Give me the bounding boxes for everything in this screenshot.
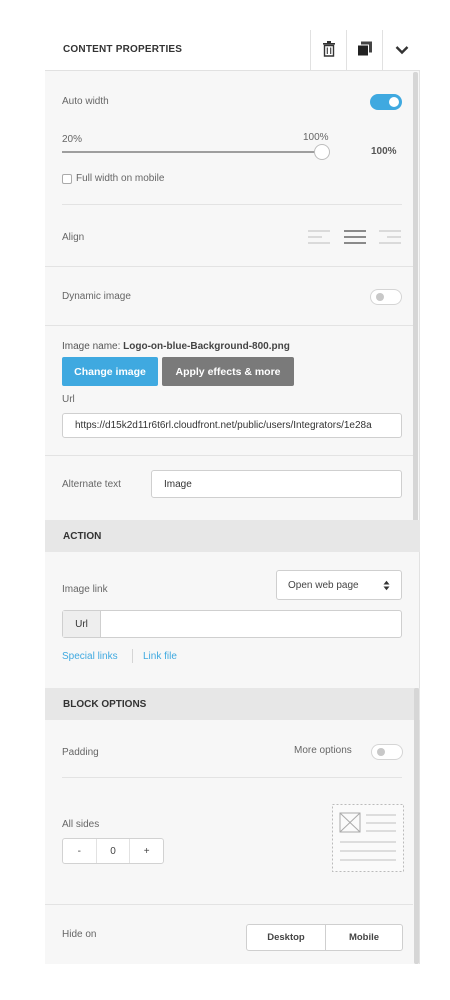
image-name-prefix: Image name: <box>62 341 121 352</box>
block-options-title: BLOCK OPTIONS <box>63 699 147 710</box>
hide-on-selector: Desktop Mobile <box>246 924 403 951</box>
align-center-icon[interactable] <box>344 230 366 247</box>
slider-max-label: 100% <box>303 132 329 143</box>
link-type-select-value: Open web page <box>288 579 359 591</box>
action-section-header: ACTION <box>45 520 420 552</box>
stepper-plus-button[interactable]: + <box>130 839 163 863</box>
collapse-button[interactable] <box>382 30 420 71</box>
more-options-toggle[interactable] <box>371 744 403 760</box>
apply-effects-button[interactable]: Apply effects & more <box>162 357 294 386</box>
url-label: Url <box>62 394 75 405</box>
links-separator <box>132 649 133 663</box>
duplicate-button[interactable] <box>346 30 382 71</box>
align-right-icon[interactable] <box>379 230 401 247</box>
link-file-link[interactable]: Link file <box>143 651 177 662</box>
stepper-value[interactable]: 0 <box>97 839 131 863</box>
content-properties-panel: CONTENT PROPERTIES Auto width 20% 100% 1… <box>45 30 420 964</box>
dynamic-image-toggle[interactable] <box>370 289 402 305</box>
padding-preview-icon <box>332 804 404 875</box>
hide-on-label: Hide on <box>62 929 97 940</box>
link-url-field[interactable]: Url <box>62 610 402 638</box>
image-link-label: Image link <box>62 584 108 595</box>
delete-button[interactable] <box>310 30 346 71</box>
stepper-minus-button[interactable]: - <box>63 839 97 863</box>
divider <box>45 455 413 456</box>
link-type-select[interactable]: Open web page <box>276 570 402 600</box>
panel-header: CONTENT PROPERTIES <box>45 30 420 71</box>
divider <box>62 204 402 205</box>
auto-width-toggle[interactable] <box>370 94 402 110</box>
select-arrows-icon <box>383 580 390 594</box>
divider <box>45 266 413 267</box>
alt-text-field[interactable]: Image <box>151 470 402 498</box>
full-width-mobile-checkbox[interactable] <box>62 174 72 184</box>
link-url-prefix: Url <box>63 611 101 637</box>
chevron-down-icon <box>395 44 409 58</box>
special-links-link[interactable]: Special links <box>62 651 118 662</box>
scrollbar-upper[interactable] <box>413 72 418 552</box>
width-slider-thumb[interactable] <box>314 144 330 160</box>
divider <box>45 325 413 326</box>
padding-label: Padding <box>62 747 99 758</box>
image-name-value: Logo-on-blue-Background-800.png <box>123 341 290 352</box>
image-url-field[interactable]: https://d15k2d11r6t6rl.cloudfront.net/pu… <box>62 413 402 438</box>
align-left-icon[interactable] <box>308 230 330 247</box>
hide-mobile-button[interactable]: Mobile <box>325 925 402 950</box>
divider <box>62 777 402 778</box>
duplicate-icon <box>356 41 373 60</box>
padding-stepper[interactable]: - 0 + <box>62 838 164 864</box>
panel-title: CONTENT PROPERTIES <box>63 44 183 55</box>
divider <box>45 904 413 905</box>
width-slider-track[interactable] <box>62 151 322 153</box>
full-width-mobile-label: Full width on mobile <box>76 173 165 184</box>
trash-icon <box>322 41 336 60</box>
slider-min-label: 20% <box>62 134 83 145</box>
block-options-header: BLOCK OPTIONS <box>45 688 420 720</box>
slider-value-label: 100% <box>371 146 397 157</box>
width-slider-fill <box>62 151 322 153</box>
image-name-row: Image name: Logo-on-blue-Background-800.… <box>62 341 290 352</box>
alt-text-label: Alternate text <box>62 479 121 490</box>
hide-desktop-button[interactable]: Desktop <box>247 925 325 950</box>
all-sides-label: All sides <box>62 819 100 830</box>
change-image-button[interactable]: Change image <box>62 357 158 386</box>
align-label: Align <box>62 232 85 243</box>
auto-width-label: Auto width <box>62 96 109 107</box>
dynamic-image-label: Dynamic image <box>62 291 131 302</box>
scrollbar-lower[interactable] <box>414 688 419 964</box>
action-section-title: ACTION <box>63 531 102 542</box>
more-options-label: More options <box>294 745 352 756</box>
